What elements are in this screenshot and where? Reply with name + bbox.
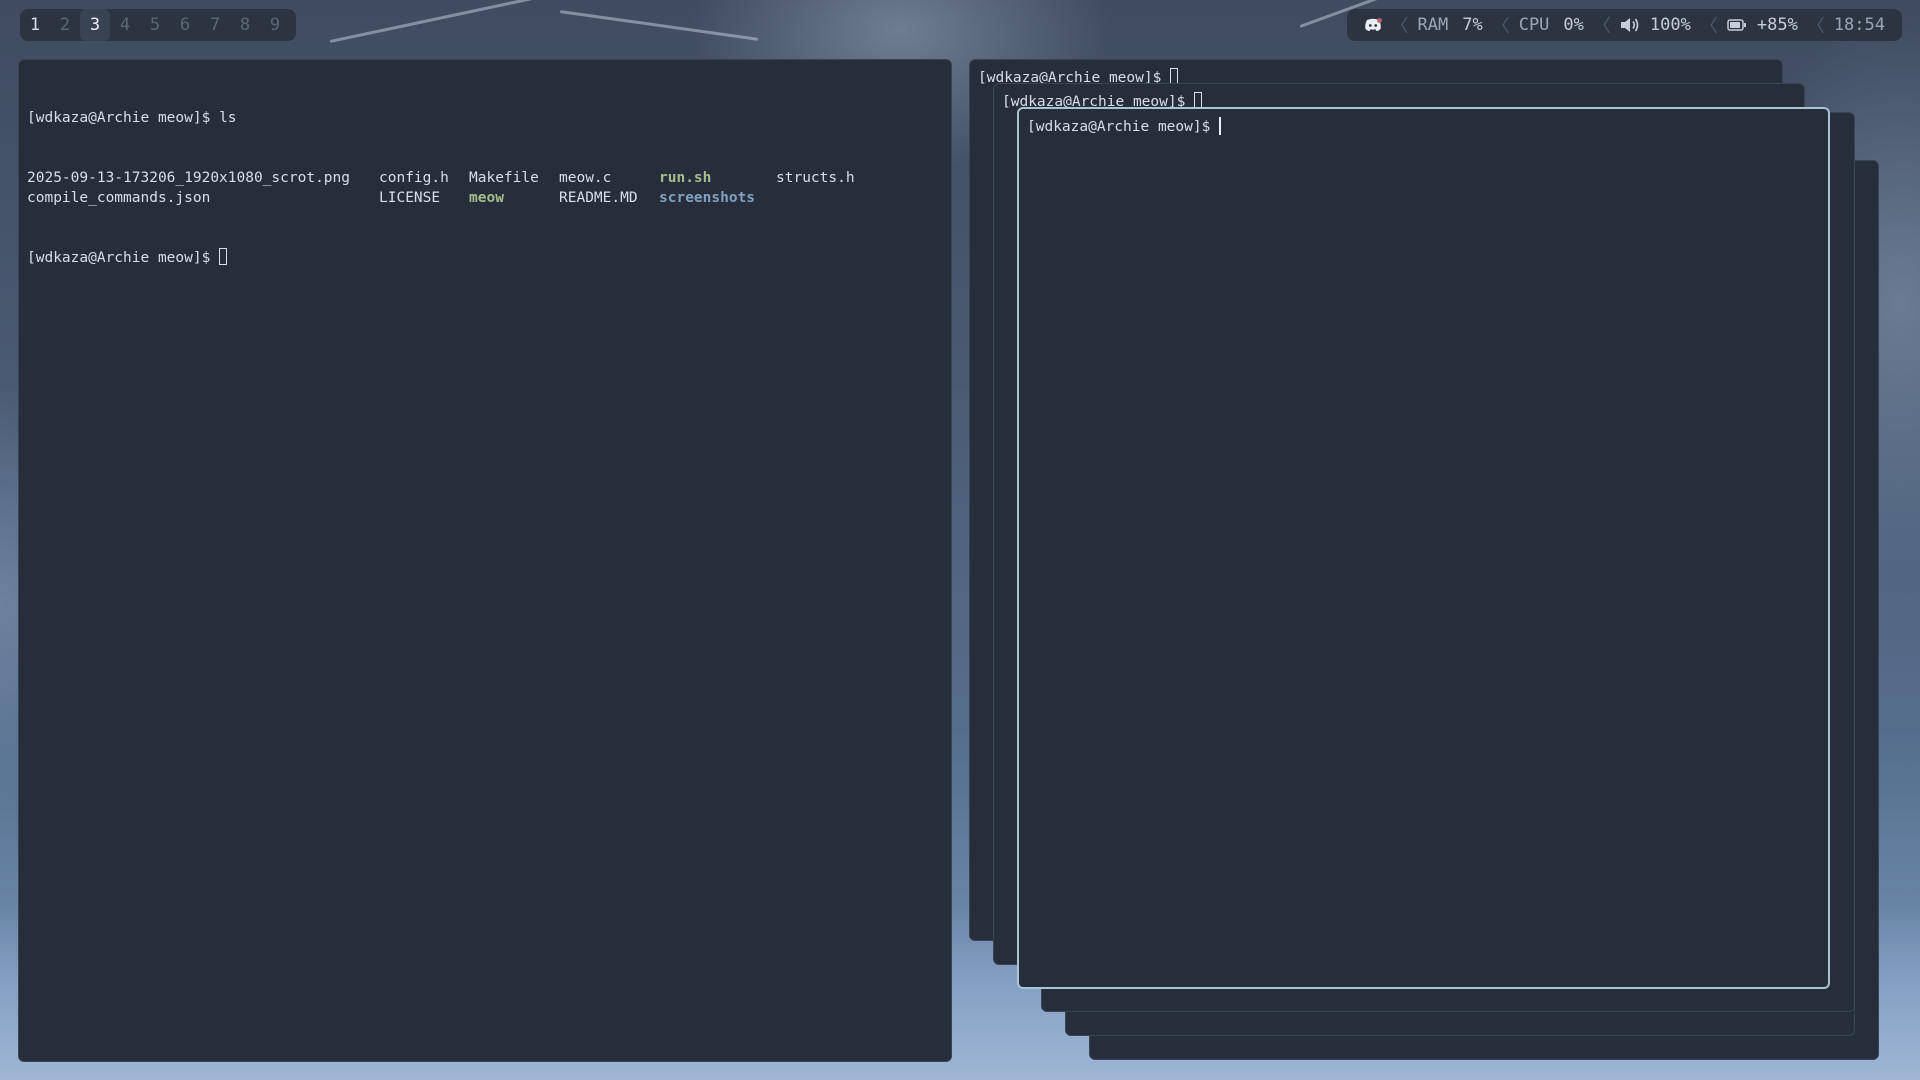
workspace-3[interactable]: 3 [80,9,110,41]
volume-value: 100% [1649,15,1691,35]
workspace-9[interactable]: 9 [260,9,290,41]
ls-output: 2025-09-13-173206_1920x1080_scrot.png co… [27,168,943,208]
ls-entry-directory: screenshots [659,190,756,206]
ls-entry-executable: meow [469,190,504,206]
shell-prompt: [wdkaza@Archie meow]$ [27,110,220,126]
ls-entry: meow.c [559,170,612,186]
terminal-output: [wdkaza@Archie meow]$ [1019,109,1828,145]
separator: 〈 [1390,16,1409,37]
workspace-switcher: 1 2 3 4 5 6 7 8 9 [20,9,296,41]
ls-entry: 2025-09-13-173206_1920x1080_scrot.png [27,170,351,186]
terminal-window-focused[interactable]: [wdkaza@Archie meow]$ [1017,107,1830,989]
shell-prompt: [wdkaza@Archie meow]$ [1027,119,1220,135]
wallpaper-branch [329,0,585,43]
separator: 〈 [1806,16,1825,37]
ls-entry: README.MD [559,190,638,206]
clock-module[interactable]: 18:54 [1827,15,1892,35]
wallpaper-branch [559,10,759,41]
ls-entry: compile_commands.json [27,190,211,206]
battery-icon [1727,19,1746,31]
clock: 18:54 [1833,15,1885,35]
terminal-window-left[interactable]: [wdkaza@Archie meow]$ ls 2025-09-13-1732… [18,59,952,1062]
text-cursor [1219,117,1222,135]
workspace-4[interactable]: 4 [110,9,140,41]
ram-label: RAM [1417,15,1449,35]
volume-module[interactable]: 100% [1613,15,1698,35]
workspace-2[interactable]: 2 [50,9,80,41]
ls-entry: structs.h [776,170,855,186]
text-cursor [219,248,228,265]
ls-entry [776,188,896,208]
cpu-value: 0% [1563,15,1584,35]
ram-module[interactable]: RAM 7% [1411,15,1490,35]
discord-tray[interactable] [1357,18,1389,32]
speaker-icon [1620,18,1639,32]
separator: 〈 [1592,16,1611,37]
shell-prompt: [wdkaza@Archie meow]$ [27,250,220,266]
ls-entry: Makefile [469,170,539,186]
battery-value: +85% [1756,15,1798,35]
workspace-6[interactable]: 6 [170,9,200,41]
ram-value: 7% [1462,15,1483,35]
terminal-line: [wdkaza@Archie meow]$ ls [27,108,943,128]
workspace-1[interactable]: 1 [20,9,50,41]
ls-entry: LICENSE [379,190,441,206]
ls-entry: config.h [379,170,449,186]
status-bar: 〈 RAM 7% 〈 CPU 0% 〈 100% 〈 +85% 〈 18:54 [1346,9,1902,41]
separator: 〈 [1491,16,1510,37]
workspace-8[interactable]: 8 [230,9,260,41]
workspace-5[interactable]: 5 [140,9,170,41]
terminal-output: [wdkaza@Archie meow]$ ls 2025-09-13-1732… [19,60,951,316]
ls-entry-executable: run.sh [659,170,712,186]
terminal-line: [wdkaza@Archie meow]$ [1027,117,1820,137]
terminal-line: [wdkaza@Archie meow]$ [27,248,943,268]
typed-command: ls [219,110,237,126]
workspace-7[interactable]: 7 [200,9,230,41]
battery-module[interactable]: +85% [1720,15,1805,35]
cpu-module[interactable]: CPU 0% [1512,15,1591,35]
cpu-label: CPU [1518,15,1550,35]
separator: 〈 [1699,16,1718,37]
discord-icon [1364,18,1382,31]
